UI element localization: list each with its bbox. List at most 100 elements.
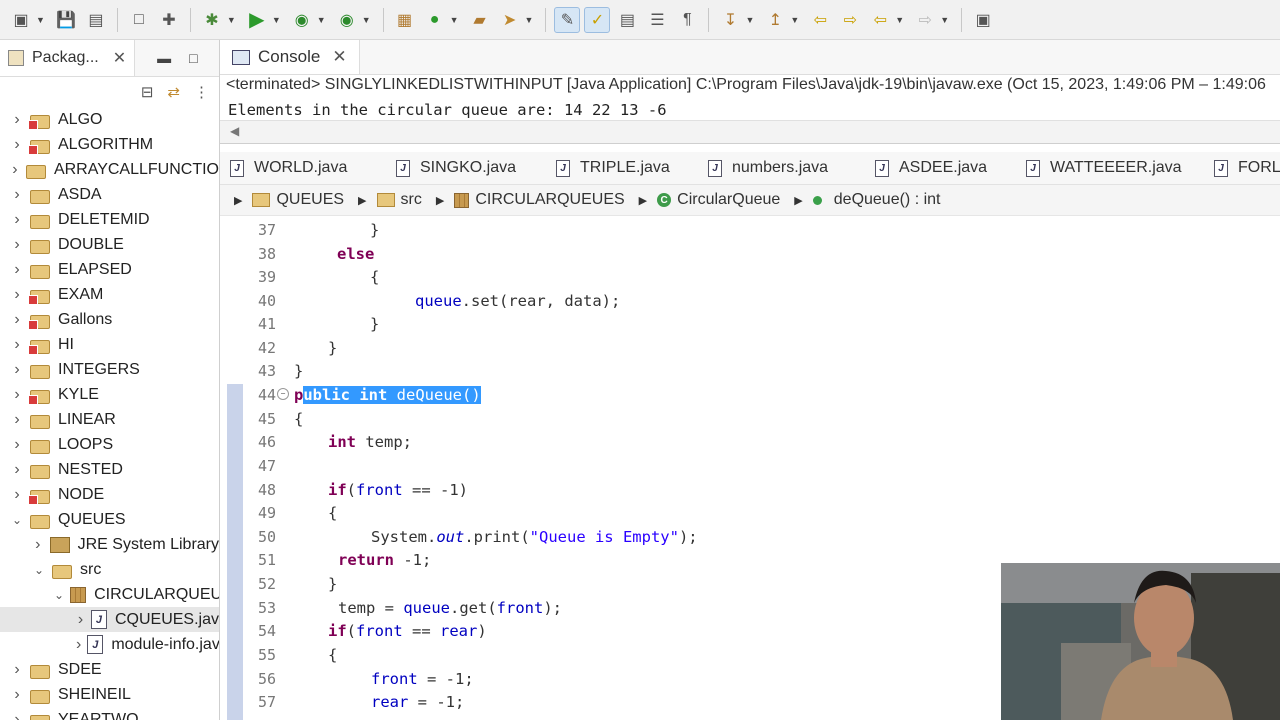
new-icon[interactable]: ▣ [8,7,34,33]
tree-item[interactable]: › Gallons [0,307,219,332]
chevron-right-icon[interactable]: › [76,611,85,629]
tree-item[interactable]: › LINEAR [0,407,219,432]
next-annotation-icon[interactable]: ↧ [717,7,743,33]
chevron-right-icon[interactable]: › [10,436,24,454]
breadcrumb-method[interactable]: deQueue() : int [812,191,941,209]
block-selection-icon[interactable]: ▤ [614,7,640,33]
new-package-icon[interactable]: ▦ [392,7,418,33]
chevron-right-icon[interactable]: › [10,711,24,720]
chevron-right-icon[interactable]: › [10,686,24,704]
package-explorer-tab[interactable]: Packag... ✕ [0,40,136,76]
back-icon[interactable]: ⇦ [867,7,893,33]
tree-item[interactable]: › DELETEMID [0,207,219,232]
editor-tab[interactable]: J WATTEEEER.java [1026,152,1182,184]
open-perspective-icon[interactable]: ▣ [970,7,996,33]
save-all-icon[interactable]: ▤ [83,7,109,33]
tree-item[interactable]: › SDEE [0,657,219,682]
chevron-down-icon[interactable]: ⌄ [54,588,64,602]
chevron-right-icon[interactable]: › [10,461,24,479]
debug-dropdown-icon[interactable]: ▼ [227,15,236,25]
chevron-right-icon[interactable]: › [10,111,24,129]
chevron-right-icon[interactable]: › [10,411,24,429]
close-icon[interactable]: ✕ [332,47,346,67]
external-tools-dropdown-icon[interactable]: ▼ [362,15,371,25]
chevron-right-icon[interactable]: › [10,136,24,154]
coverage-icon[interactable]: ◉ [289,7,315,33]
minimize-icon[interactable]: ▬ [157,50,171,66]
tree-item[interactable]: › NESTED [0,457,219,482]
editor-tab[interactable]: Jnumbers.java [708,152,828,184]
forward-dropdown-icon[interactable]: ▼ [940,15,949,25]
chevron-right-icon[interactable]: › [10,386,24,404]
chevron-right-icon[interactable]: › [10,161,20,179]
toggle-mark-occurrences-icon[interactable]: ✎ [554,6,581,33]
chevron-right-icon[interactable]: › [10,311,24,329]
tree-item[interactable]: › EXAM [0,282,219,307]
tree-item[interactable]: › KYLE [0,382,219,407]
search-icon[interactable]: ➤ [497,7,523,33]
tree-item[interactable]: › YEARTWO [0,707,219,720]
tree-item[interactable]: › LOOPS [0,432,219,457]
tree-item[interactable]: › INTEGERS [0,357,219,382]
debug-icon[interactable]: ✱ [199,7,225,33]
console-horizontal-scrollbar[interactable]: ◀ [220,120,1280,144]
tree-item[interactable]: ⌄ src [0,557,219,582]
chevron-right-icon[interactable]: › [10,186,24,204]
chevron-right-icon[interactable]: › [10,661,24,679]
tree-item[interactable]: › HI [0,332,219,357]
breadcrumb-project[interactable]: QUEUES [252,191,344,209]
last-edit-location-icon[interactable]: ⇦ [807,7,833,33]
tree-item[interactable]: › DOUBLE [0,232,219,257]
chevron-right-icon[interactable]: › [10,236,24,254]
new-class-icon[interactable]: ● [422,7,448,33]
breadcrumb-src[interactable]: src [376,191,422,209]
back-dropdown-icon[interactable]: ▼ [895,15,904,25]
chevron-right-icon[interactable]: › [10,361,24,379]
forward-icon[interactable]: ⇨ [912,7,938,33]
maximize-icon[interactable]: □ [189,50,197,66]
coverage-dropdown-icon[interactable]: ▼ [317,15,326,25]
tree-item[interactable]: › NODE [0,482,219,507]
show-whitespace-icon[interactable]: ☰ [644,7,670,33]
terminal-icon[interactable]: □ [126,7,152,33]
link-with-editor-icon[interactable]: ⇄ [167,83,180,101]
editor-tab[interactable]: J ASDEE.java [875,152,987,184]
close-icon[interactable]: ✕ [113,48,126,68]
tab-console[interactable]: Console ✕ [220,40,360,74]
open-type-icon[interactable]: ▰ [467,7,493,33]
chevron-right-icon[interactable]: › [10,486,24,504]
chevron-right-icon[interactable]: › [76,636,81,654]
external-tools-icon[interactable]: ◉ [334,7,360,33]
collapse-all-icon[interactable]: ⊟ [141,83,154,101]
previous-annotation-icon[interactable]: ↥ [762,7,788,33]
chevron-right-icon[interactable]: › [10,336,24,354]
skip-breakpoints-icon[interactable]: ✚ [156,7,182,33]
tree-item[interactable]: ⌄ CIRCULARQUEU [0,582,219,607]
chevron-right-icon[interactable]: › [10,261,24,279]
chevron-right-icon[interactable]: › [32,536,44,554]
breadcrumb-arrow-icon[interactable]: ▶ [234,194,242,207]
tree-item[interactable]: › J CQUEUES.jav [0,607,219,632]
save-icon[interactable]: 💾 [53,7,79,33]
tree-item[interactable]: ⌄ QUEUES [0,507,219,532]
tree-item[interactable]: › ARRAYCALLFUNCTIO [0,157,219,182]
run-icon[interactable]: ▶ [244,7,270,33]
tree-item[interactable]: › SHEINEIL [0,682,219,707]
forward-edit-icon[interactable]: ⇨ [837,7,863,33]
tree-item[interactable]: › ALGORITHM [0,132,219,157]
tree-item[interactable]: › JRE System Library [0,532,219,557]
tree-item[interactable]: › ASDA [0,182,219,207]
previous-annotation-dropdown-icon[interactable]: ▼ [790,15,799,25]
tree-item[interactable]: › Jmodule-info.jav [0,632,219,657]
paragraph-icon[interactable]: ¶ [674,7,700,33]
run-dropdown-icon[interactable]: ▼ [272,15,281,25]
chevron-down-icon[interactable]: ⌄ [32,563,46,577]
toggle-highlight-icon[interactable]: ✓ [584,6,611,33]
editor-tab[interactable]: J FORLO [1214,152,1280,184]
chevron-right-icon[interactable]: › [10,286,24,304]
next-annotation-dropdown-icon[interactable]: ▼ [745,15,754,25]
view-menu-icon[interactable]: ⋮ [194,83,209,101]
editor-tab[interactable]: J SINGKO.java [396,152,516,184]
new-dropdown-icon[interactable]: ▼ [36,15,45,25]
breadcrumb-package[interactable]: CIRCULARQUEUES [454,191,625,209]
